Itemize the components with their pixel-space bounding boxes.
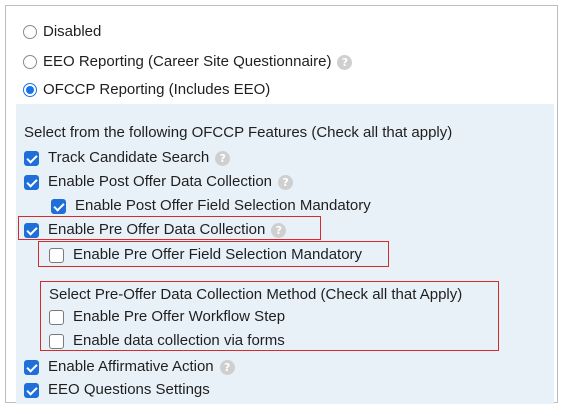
checkbox-data-forms[interactable] [49, 333, 64, 349]
checkbox-pre-offer[interactable] [24, 222, 39, 238]
help-icon[interactable]: ? [278, 174, 294, 190]
pre-offer-label: Enable Pre Offer Data Collection [48, 221, 266, 238]
affirmative-action-label: Enable Affirmative Action [48, 358, 214, 375]
help-icon[interactable]: ? [271, 222, 287, 238]
checkbox-affirmative-action[interactable] [24, 359, 39, 375]
feature-affirmative-action[interactable]: Enable Affirmative Action ? [24, 357, 235, 377]
data-forms-label: Enable data collection via forms [73, 332, 285, 349]
help-icon[interactable]: ? [337, 54, 353, 70]
feature-data-forms[interactable]: Enable data collection via forms [49, 331, 285, 351]
pre-offer-workflow-label: Enable Pre Offer Workflow Step [73, 308, 286, 325]
radio-ofccp-label: OFCCP Reporting (Includes EEO) [43, 81, 271, 98]
help-icon[interactable]: ? [219, 359, 235, 375]
checkbox-pre-offer-mandatory[interactable] [49, 247, 64, 263]
eeo-questions-label: EEO Questions Settings [48, 381, 210, 398]
checkbox-post-offer-mandatory[interactable] [51, 198, 66, 214]
feature-pre-offer-workflow[interactable]: Enable Pre Offer Workflow Step [49, 307, 285, 327]
radio-option-eeo[interactable]: EEO Reporting (Career Site Questionnaire… [23, 52, 353, 72]
radio-eeo-label: EEO Reporting (Career Site Questionnaire… [43, 53, 332, 70]
checkbox-eeo-questions[interactable] [24, 382, 39, 398]
collection-method-heading: Select Pre-Offer Data Collection Method … [49, 286, 463, 303]
radio-disabled-label: Disabled [43, 23, 102, 40]
checkbox-post-offer[interactable] [24, 174, 39, 190]
feature-eeo-questions[interactable]: EEO Questions Settings [24, 380, 210, 400]
radio-ofccp[interactable] [23, 83, 37, 97]
radio-eeo[interactable] [23, 55, 37, 69]
feature-post-offer[interactable]: Enable Post Offer Data Collection ? [24, 172, 294, 192]
feature-track-candidate-search[interactable]: Track Candidate Search ? [24, 148, 231, 168]
features-heading: Select from the following OFCCP Features… [24, 124, 453, 141]
feature-post-offer-mandatory[interactable]: Enable Post Offer Field Selection Mandat… [51, 196, 371, 216]
feature-pre-offer-mandatory[interactable]: Enable Pre Offer Field Selection Mandato… [49, 245, 362, 265]
help-icon[interactable]: ? [215, 150, 231, 166]
radio-option-disabled[interactable]: Disabled [23, 22, 101, 42]
post-offer-label: Enable Post Offer Data Collection [48, 173, 273, 190]
feature-pre-offer[interactable]: Enable Pre Offer Data Collection ? [24, 220, 287, 240]
pre-offer-mandatory-label: Enable Pre Offer Field Selection Mandato… [73, 246, 363, 263]
radio-disabled[interactable] [23, 25, 37, 39]
radio-option-ofccp[interactable]: OFCCP Reporting (Includes EEO) [23, 80, 270, 100]
track-candidate-search-label: Track Candidate Search [48, 149, 210, 166]
post-offer-mandatory-label: Enable Post Offer Field Selection Mandat… [75, 197, 371, 214]
checkbox-track-candidate-search[interactable] [24, 150, 39, 166]
checkbox-pre-offer-workflow[interactable] [49, 309, 64, 325]
